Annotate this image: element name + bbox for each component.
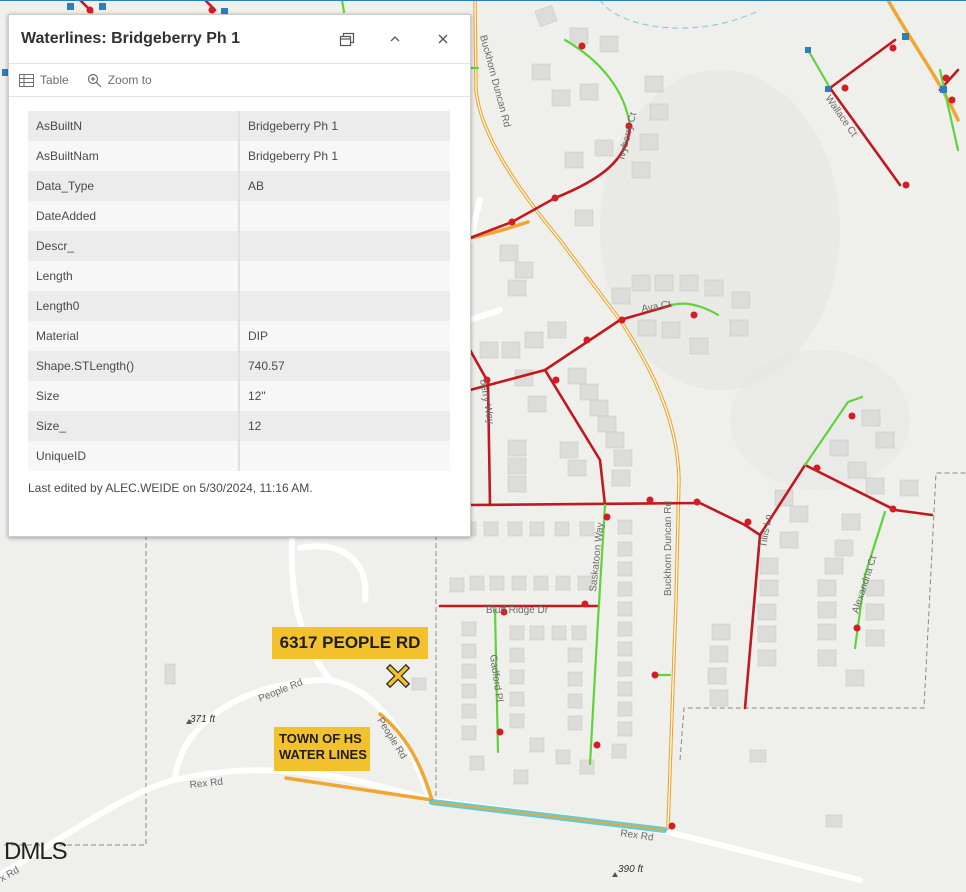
close-button[interactable] xyxy=(428,24,458,54)
attr-key: Material xyxy=(28,321,240,351)
attr-value: Bridgeberry Ph 1 xyxy=(239,141,450,171)
table-row: Length xyxy=(28,261,450,291)
label-bluff-ridge-dr: Bluff Ridge Dr xyxy=(486,605,549,616)
collapse-button[interactable] xyxy=(380,24,410,54)
town-callout-line2: WATER LINES xyxy=(279,747,367,762)
attr-value: AB xyxy=(239,171,450,201)
attr-value xyxy=(239,231,450,261)
last-edited-text: Last edited by ALEC.WEIDE on 5/30/2024, … xyxy=(28,481,313,495)
table-row: UniqueID xyxy=(28,441,450,471)
popup-header: Waterlines: Bridgeberry Ph 1 xyxy=(9,15,470,64)
attr-value xyxy=(239,291,450,321)
watermark: DMLS xyxy=(4,838,68,865)
town-water-lines-callout: TOWN OF HS WATER LINES xyxy=(274,727,370,771)
table-row: Size_ 12 xyxy=(28,411,450,441)
dock-button[interactable] xyxy=(332,24,362,54)
close-icon xyxy=(438,34,448,44)
label-elev-390: 390 ft xyxy=(618,864,644,875)
address-callout: 6317 PEOPLE RD xyxy=(272,627,428,659)
attr-value: DIP xyxy=(239,321,450,351)
popup-actions: Table Zoom to xyxy=(9,64,470,97)
table-row: AsBuiltNam Bridgeberry Ph 1 xyxy=(28,141,450,171)
table-row: Descr_ xyxy=(28,231,450,261)
table-row: AsBuiltN Bridgeberry Ph 1 xyxy=(28,111,450,141)
table-row: Data_Type AB xyxy=(28,171,450,201)
attr-key: UniqueID xyxy=(28,441,240,471)
popup-title: Waterlines: Bridgeberry Ph 1 xyxy=(21,30,241,47)
attr-key: DateAdded xyxy=(28,201,240,231)
attr-value: 12" xyxy=(239,381,450,411)
attr-key: Size_ xyxy=(28,411,240,441)
feature-popup: Waterlines: Bridgeberry Ph 1 Table Zoom … xyxy=(8,14,471,537)
table-action-label: Table xyxy=(40,73,69,87)
table-row: Size 12" xyxy=(28,381,450,411)
attr-value: Bridgeberry Ph 1 xyxy=(239,111,450,141)
attr-key: AsBuiltNam xyxy=(28,141,240,171)
table-row: Shape.STLength() 740.57 xyxy=(28,351,450,381)
attr-key: Length0 xyxy=(28,291,240,321)
table-icon xyxy=(19,73,34,87)
attr-value xyxy=(239,201,450,231)
zoom-in-icon xyxy=(87,73,102,87)
attr-key: Size xyxy=(28,381,240,411)
dock-icon xyxy=(339,32,355,47)
attr-key: AsBuiltN xyxy=(28,111,240,141)
chevron-up-icon xyxy=(390,36,400,42)
zoom-to-label: Zoom to xyxy=(107,73,152,87)
label-elev-371: 371 ft xyxy=(190,714,216,725)
attr-value xyxy=(239,261,450,291)
table-action[interactable]: Table xyxy=(19,73,69,87)
town-callout-line1: TOWN OF HS xyxy=(279,731,362,746)
table-row: Material DIP xyxy=(28,321,450,351)
attr-key: Data_Type xyxy=(28,171,240,201)
attr-key: Shape.STLength() xyxy=(28,351,240,381)
table-row: DateAdded xyxy=(28,201,450,231)
table-row: Length0 xyxy=(28,291,450,321)
label-buckhorn-duncan-rd: Buckhorn Duncan Rd xyxy=(663,501,674,596)
attr-key: Length xyxy=(28,261,240,291)
zoom-to-action[interactable]: Zoom to xyxy=(87,73,152,88)
attr-value xyxy=(239,441,450,471)
attr-value: 740.57 xyxy=(239,351,450,381)
attr-key: Descr_ xyxy=(28,231,240,261)
attribute-table: AsBuiltN Bridgeberry Ph 1 AsBuiltNam Bridg… xyxy=(28,111,450,471)
attr-value: 12 xyxy=(239,411,450,441)
